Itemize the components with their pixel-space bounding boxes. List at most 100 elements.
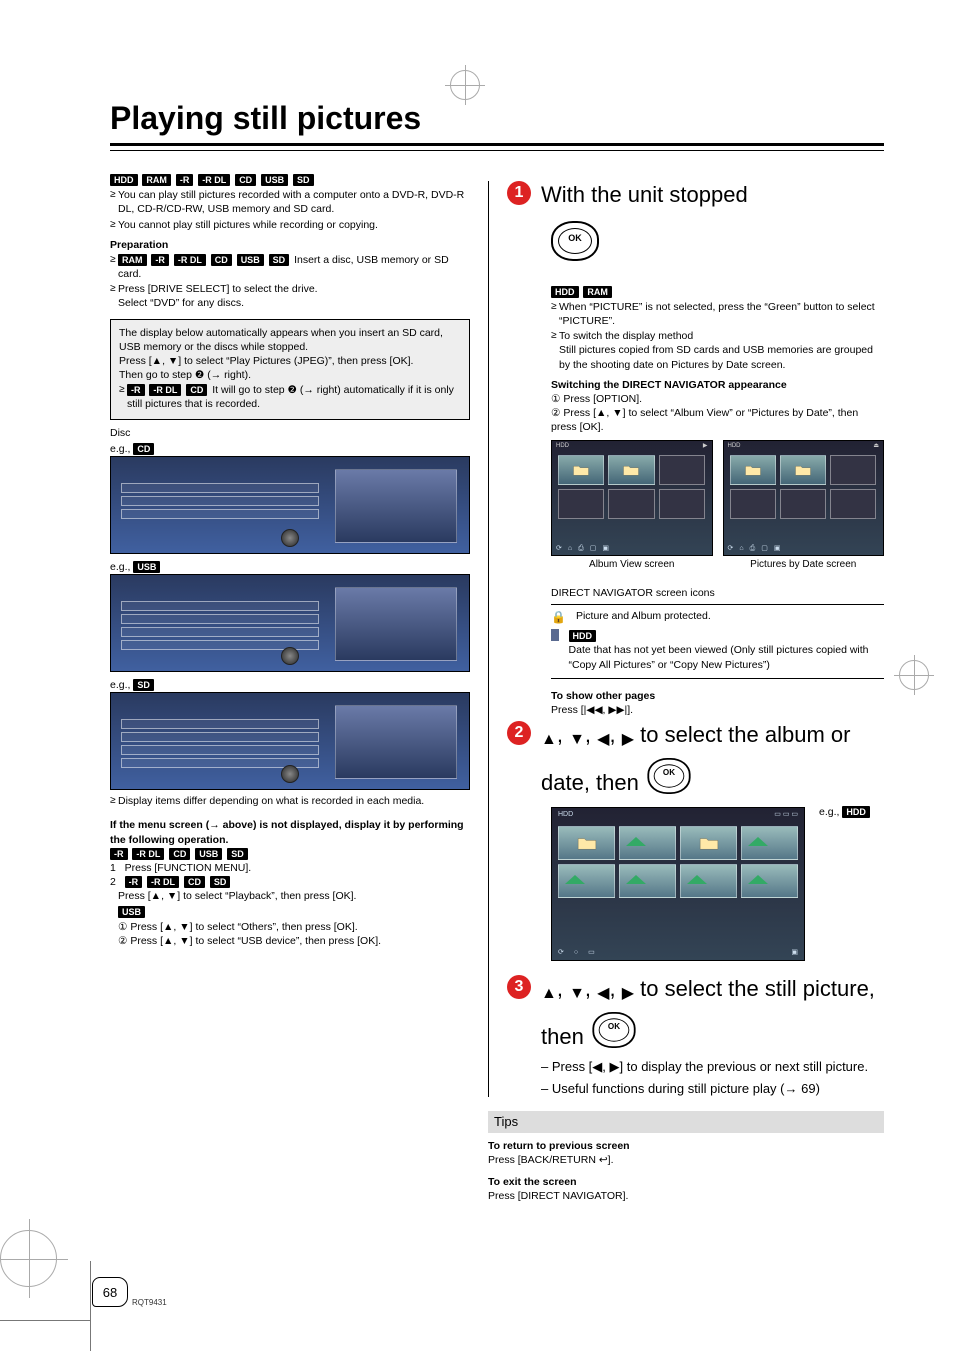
step2-title: ▲, ▼, ◀, ▶ to select the album or date, … [541,721,884,797]
registration-mark-icon [0,1230,57,1287]
media-note-text: Display items differ depending on what i… [110,794,470,808]
album-grid-screenshot: HDD ▭ ▭ ▭ ⟳ [551,807,805,961]
screen-hdd-icon: HDD [556,442,569,452]
badge-usb: USB [133,561,160,573]
registration-mark-icon [899,660,929,690]
badge-cd: CD [211,254,232,266]
screen-hdd-icon: HDD [728,442,741,452]
ok-button-icon [647,758,690,794]
fallback-usb: USB ① Press [▲, ▼] to select “Others”, t… [110,905,470,948]
tips-exit-body: Press [DIRECT NAVIGATOR]. [488,1189,884,1203]
toolbar-icon: ▣ [602,544,609,553]
grid-photo [680,864,737,898]
badge-cd: CD [169,848,190,860]
step1-title: With the unit stopped [541,181,884,209]
usb-substep: ① Press [▲, ▼] to select “Others”, then … [118,920,470,934]
arrow-up-icon: ▲ [541,985,557,1002]
other-pages-text: Press [|◀◀, ▶▶|]. [551,703,884,717]
step2-screenshot-area: HDD ▭ ▭ ▭ ⟳ [507,801,884,965]
album-thumbnail [558,455,604,485]
date-thumbnail [730,455,776,485]
eg-prefix: e.g., [110,561,133,573]
toolbar-icon: ▣ [774,544,781,553]
badge-ram: RAM [142,174,171,186]
grid-photo [619,864,676,898]
toolbar-icon: ⌂ [739,544,743,553]
tips-exit-heading: To exit the screen [488,1175,884,1189]
album-view-screenshot: HDD ▶ [551,440,713,556]
intro-bullets: You can play still pictures recorded wit… [110,188,470,232]
compass-icon [281,529,299,547]
icon-row-lock: 🔒 Picture and Album protected. [551,609,884,625]
step-reference: ❷ [195,369,204,381]
manual-page: Playing still pictures HDD RAM -R -R DL … [0,0,954,1351]
date-thumbnail [780,455,826,485]
fallback-step2: 2 -R -R DL CD SD Press [▲, ▼] to select … [110,875,470,903]
graybox-bullet: -R -R DL CD It will go to step ❷ (→ righ… [119,383,461,411]
arrow-left-icon: ◀ [597,731,609,748]
eg-prefix: e.g., [110,443,133,455]
menu-fallback-heading: If the menu screen (→ above) is not disp… [110,818,470,846]
badge-sd: SD [210,876,231,888]
badge-rdl: -R DL [149,384,181,396]
direct-navigator-button-icon [551,221,599,261]
toolbar-icon: ○ [574,948,578,957]
step-3: 3 ▲, ▼, ◀, ▶ to select the still picture… [507,975,884,1098]
prep-line-insert: RAM -R -R DL CD USB SD Insert a disc, US… [110,253,470,281]
sd-menu-screenshot [110,692,470,790]
screen-play-icon: ▶ [703,442,708,452]
icon-date-block: HDD Date that has not yet been viewed (O… [569,629,884,672]
eg-prefix: e.g., [819,806,842,818]
graybox-text: Then go to step [119,369,195,381]
badge-cd: CD [184,876,205,888]
hdd-ram-bullet: When “PICTURE” is not selected, press th… [551,300,884,328]
step-1: 1 With the unit stopped [507,181,884,209]
grid-photo [741,864,798,898]
step-2: 2 ▲, ▼, ◀, ▶ to select the album or date… [507,721,884,797]
badge-rdl: -R DL [147,876,179,888]
grid-photo [741,826,798,860]
cd-menu-screenshot [110,456,470,554]
graybox-sub-bullet: -R -R DL CD It will go to step ❷ (→ righ… [119,383,461,411]
graybox-line: The display below automatically appears … [119,326,461,354]
step-marker-1: 1 [507,181,531,205]
graybox-text: (→ right). [207,369,251,381]
icon-lock-text: Picture and Album protected. [576,609,711,623]
grid-folder [680,826,737,860]
step-marker-2: 2 [507,721,531,745]
badge-sd: SD [227,848,248,860]
icons-heading: DIRECT NAVIGATOR screen icons [551,586,884,600]
graybox-line: Press [▲, ▼] to select “Play Pictures (J… [119,354,461,368]
badge-usb: USB [237,254,264,266]
toolbar-icon: ⎙ [750,544,756,553]
new-date-icon [551,629,559,641]
badge-sd: SD [133,679,154,691]
other-pages-heading: To show other pages [551,689,884,703]
page-title: Playing still pictures [110,100,884,137]
badge-r: -R [176,174,194,186]
compass-icon [281,765,299,783]
album-thumbnail [608,455,654,485]
media-note: Display items differ depending on what i… [110,794,470,808]
step-text: Press [FUNCTION MENU]. [125,862,252,874]
toolbar-icon: ⎙ [578,544,584,553]
switch-step: ① Press [OPTION]. [551,392,884,406]
icon-date-text: Date that has not yet been viewed (Only … [569,643,884,671]
lock-icon: 🔒 [551,609,566,625]
fallback-step1: 1 Press [FUNCTION MENU]. [110,861,470,875]
badge-r: -R [110,848,128,860]
date-thumbnail-empty [830,489,876,519]
badge-r: -R [151,254,169,266]
arrow-left-icon: ◀ [597,985,609,1002]
date-view-caption: Pictures by Date screen [723,558,885,572]
divider [110,150,884,151]
badge-usb: USB [118,906,145,918]
badge-hdd: HDD [551,286,579,298]
registration-mark-icon [450,70,480,100]
screen-eject-icon: ⏏ [873,442,879,452]
badge-usb: USB [261,174,288,186]
badge-hdd: HDD [110,174,138,186]
left-column: HDD RAM -R -R DL CD USB SD You can play … [110,173,470,1203]
tips-return-body: Press [BACK/RETURN ↩]. [488,1153,884,1167]
hdd-ram-bullets: When “PICTURE” is not selected, press th… [551,300,884,372]
